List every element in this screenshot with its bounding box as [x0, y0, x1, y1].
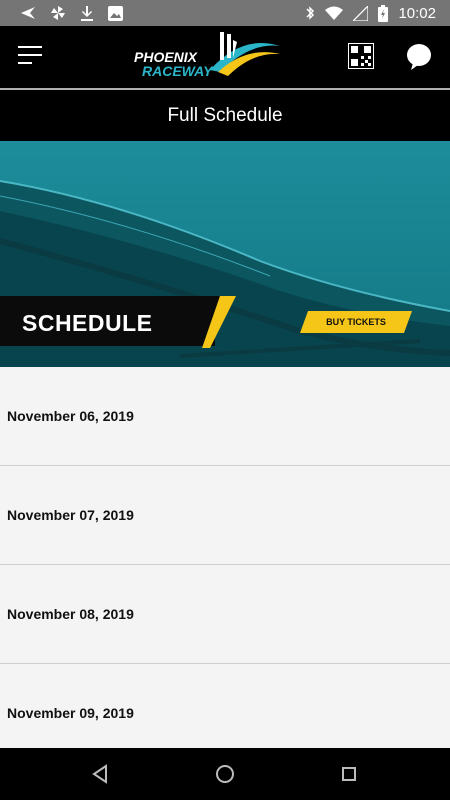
home-button[interactable] [211, 760, 239, 788]
back-button[interactable] [86, 760, 114, 788]
list-item[interactable]: November 07, 2019 [0, 466, 450, 565]
schedule-list: November 06, 2019 November 07, 2019 Nove… [0, 367, 450, 763]
chat-bubble-icon [407, 44, 431, 70]
recents-button[interactable] [335, 760, 363, 788]
hero-banner: SCHEDULE BUY TICKETS [0, 141, 450, 367]
pinwheel-notification-icon [51, 6, 65, 20]
recents-icon [342, 767, 356, 781]
logo-text-raceway: RACEWAY [142, 63, 214, 79]
menu-icon [18, 46, 42, 48]
menu-button[interactable] [18, 46, 42, 66]
wifi-icon [325, 6, 344, 20]
list-item[interactable]: November 06, 2019 [0, 367, 450, 466]
home-icon [216, 765, 234, 783]
list-item[interactable]: November 08, 2019 [0, 565, 450, 664]
battery-icon [378, 4, 389, 22]
page-title: Full Schedule [0, 90, 450, 141]
schedule-date: November 09, 2019 [7, 705, 134, 721]
cell-signal-icon [353, 5, 369, 21]
download-icon [81, 6, 93, 21]
chat-button[interactable] [404, 42, 434, 72]
qr-code-button[interactable] [348, 43, 374, 69]
schedule-heading: SCHEDULE [22, 310, 153, 336]
image-icon [108, 5, 123, 21]
schedule-date: November 08, 2019 [7, 606, 134, 622]
status-bar: 10:02 [0, 0, 450, 26]
schedule-date: November 07, 2019 [7, 507, 134, 523]
schedule-date: November 06, 2019 [7, 408, 134, 424]
bluetooth-icon [306, 6, 315, 20]
buy-tickets-button[interactable]: BUY TICKETS [300, 311, 412, 333]
send-notification-icon [21, 7, 35, 19]
qr-code-icon [348, 43, 374, 69]
buy-tickets-label: BUY TICKETS [326, 317, 386, 327]
status-time: 10:02 [398, 4, 436, 22]
app-bar: PHOENIX RACEWAY [0, 26, 450, 88]
phoenix-raceway-logo: PHOENIX RACEWAY [132, 28, 282, 86]
back-icon [92, 764, 107, 784]
system-navigation-bar [0, 748, 450, 800]
